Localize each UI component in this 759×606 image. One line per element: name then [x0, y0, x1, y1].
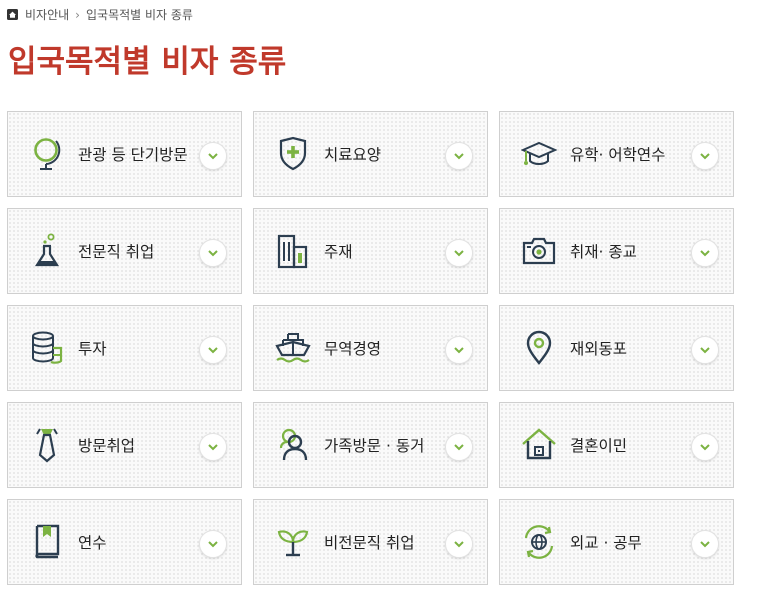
building-icon [275, 233, 311, 269]
visa-card-working-visit[interactable]: 방문취업 [7, 402, 242, 488]
visa-card-label: 결혼이민 [570, 437, 628, 455]
chevron-down-icon[interactable] [199, 336, 227, 364]
visa-card-family-visit[interactable]: 가족방문 · 동거 [253, 402, 488, 488]
visa-card-label: 연수 [78, 534, 107, 552]
visa-card-label: 관광 등 단기방문 [78, 146, 188, 164]
globe-refresh-icon [521, 524, 557, 560]
visa-card-label: 무역경영 [324, 340, 382, 358]
chevron-down-icon[interactable] [445, 433, 473, 461]
visa-card-label: 전문직 취업 [78, 243, 155, 261]
visa-card-marriage-migration[interactable]: 결혼이민 [499, 402, 734, 488]
visa-card-intra-company[interactable]: 주재 [253, 208, 488, 294]
visa-card-label: 가족방문 · 동거 [324, 437, 425, 455]
visa-card-overseas-korean[interactable]: 재외동포 [499, 305, 734, 391]
chevron-down-icon[interactable] [691, 239, 719, 267]
visa-card-diplomatic-official[interactable]: 외교 · 공무 [499, 499, 734, 585]
chevron-down-icon[interactable] [199, 433, 227, 461]
flask-icon [29, 233, 65, 269]
family-user-icon [275, 427, 311, 463]
home-icon[interactable] [7, 9, 18, 20]
camera-icon [521, 233, 557, 269]
necktie-icon [29, 427, 65, 463]
breadcrumb: 비자안내 › 입국목적별 비자 종류 [7, 6, 193, 23]
chevron-down-icon[interactable] [691, 530, 719, 558]
chevron-down-icon[interactable] [445, 239, 473, 267]
visa-card-label: 주재 [324, 243, 353, 261]
visa-card-label: 방문취업 [78, 437, 136, 455]
coins-icon [29, 330, 65, 366]
book-icon [29, 524, 65, 560]
chevron-down-icon[interactable] [691, 336, 719, 364]
chevron-down-icon[interactable] [445, 142, 473, 170]
visa-card-label: 외교 · 공무 [570, 534, 642, 552]
medical-shield-icon [275, 136, 311, 172]
graduation-cap-icon [521, 136, 557, 172]
breadcrumb-separator-icon: › [75, 7, 80, 22]
globe-icon [29, 136, 65, 172]
visa-card-professional-employment[interactable]: 전문직 취업 [7, 208, 242, 294]
visa-card-label: 비전문직 취업 [324, 534, 415, 552]
chevron-down-icon[interactable] [445, 336, 473, 364]
visa-card-label: 유학· 어학연수 [570, 146, 666, 164]
chevron-down-icon[interactable] [445, 530, 473, 558]
breadcrumb-current: 입국목적별 비자 종류 [85, 8, 193, 22]
page-title: 입국목적별 비자 종류 [8, 44, 287, 80]
ship-icon [275, 330, 311, 366]
visa-card-journalism-religion[interactable]: 취재· 종교 [499, 208, 734, 294]
chevron-down-icon[interactable] [691, 142, 719, 170]
visa-card-trade-management[interactable]: 무역경영 [253, 305, 488, 391]
visa-card-label: 치료요양 [324, 146, 382, 164]
visa-card-label: 투자 [78, 340, 107, 358]
visa-card-training[interactable]: 연수 [7, 499, 242, 585]
chevron-down-icon[interactable] [199, 239, 227, 267]
visa-card-medical[interactable]: 치료요양 [253, 111, 488, 197]
visa-card-non-professional-employment[interactable]: 비전문직 취업 [253, 499, 488, 585]
home-icon [521, 427, 557, 463]
sprout-icon [275, 524, 311, 560]
breadcrumb-parent[interactable]: 비자안내 [25, 6, 69, 23]
chevron-down-icon[interactable] [199, 142, 227, 170]
location-pin-icon [521, 330, 557, 366]
visa-card-short-term-visit[interactable]: 관광 등 단기방문 [7, 111, 242, 197]
chevron-down-icon[interactable] [691, 433, 719, 461]
visa-card-investment[interactable]: 투자 [7, 305, 242, 391]
chevron-down-icon[interactable] [199, 530, 227, 558]
visa-category-grid: 관광 등 단기방문 치료요양 유학· 어학연수 전문직 취업 주재 취재· 종교… [7, 111, 736, 586]
visa-card-study[interactable]: 유학· 어학연수 [499, 111, 734, 197]
visa-card-label: 취재· 종교 [570, 243, 637, 261]
visa-card-label: 재외동포 [570, 340, 628, 358]
